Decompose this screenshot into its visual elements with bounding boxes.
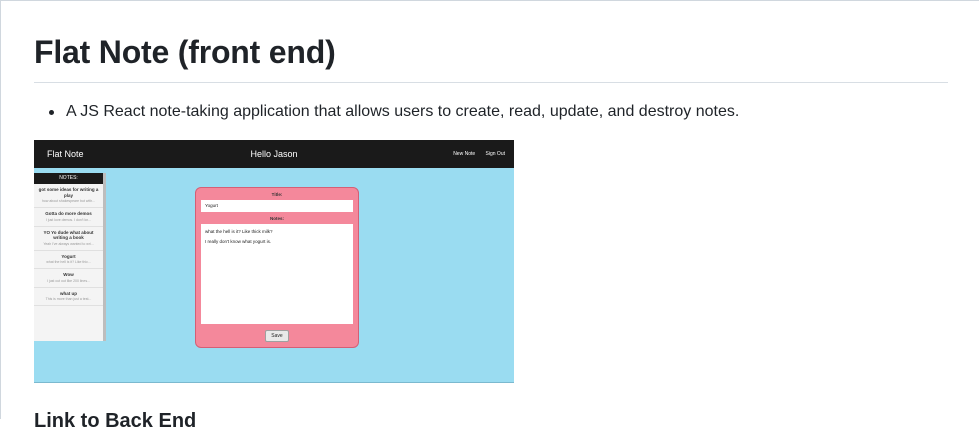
readme-title: Flat Note (front end) bbox=[34, 34, 336, 70]
notes-sidebar[interactable]: NOTES: got some ideas for writing a play… bbox=[34, 173, 106, 341]
note-list-item[interactable]: got some ideas for writing a play how ab… bbox=[34, 184, 103, 208]
note-title: Yogurt bbox=[61, 253, 76, 259]
note-preview: Yeah I've always wanted to wri... bbox=[43, 241, 94, 246]
next-section-heading: Link to Back End bbox=[34, 410, 197, 432]
save-button[interactable]: Save bbox=[265, 330, 289, 342]
note-title: YO Yo dude what about writing a book bbox=[43, 229, 94, 241]
sign-out-link[interactable]: Sign Out bbox=[486, 151, 505, 157]
title-divider bbox=[34, 82, 948, 83]
note-list-item[interactable]: Yogurt what the hell is it? Like thic... bbox=[34, 251, 103, 269]
note-preview: This is more than just a test... bbox=[45, 297, 92, 301]
feature-bullet: A JS React note-taking application that … bbox=[48, 100, 739, 124]
note-preview: I just cut out like 200 lines... bbox=[47, 278, 90, 283]
note-list-item[interactable]: what up This is more than just a test... bbox=[34, 288, 103, 306]
new-note-link[interactable]: New Note bbox=[453, 151, 475, 157]
notes-line: I really don't know what yogurt is. bbox=[205, 239, 272, 244]
note-title: what up bbox=[60, 290, 77, 296]
note-editor: Title: Yogurt Notes: what the hell is it… bbox=[195, 187, 359, 348]
notes-textarea[interactable]: what the hell is it? Like thick milk? I … bbox=[201, 224, 353, 324]
app-nav-links: New Note Sign Out bbox=[444, 151, 505, 157]
note-preview: how about shakespeare but with... bbox=[41, 199, 96, 203]
note-list-item[interactable]: Gotta do more demos I just love demos. I… bbox=[34, 208, 103, 227]
note-title: got some ideas for writing a play bbox=[38, 187, 99, 198]
feature-list: A JS React note-taking application that … bbox=[48, 100, 739, 124]
title-input[interactable]: Yogurt bbox=[201, 200, 353, 212]
notes-sidebar-header: NOTES: bbox=[34, 173, 103, 184]
note-preview: I just love demos. I don't kn... bbox=[45, 217, 92, 222]
app-greeting: Hello Jason bbox=[250, 149, 298, 159]
app-screenshot: Flat Note Hello Jason New Note Sign Out … bbox=[34, 140, 514, 383]
title-label: Title: bbox=[271, 192, 283, 197]
note-title: Gotta do more demos bbox=[45, 211, 92, 216]
app-navbar: Flat Note Hello Jason New Note Sign Out bbox=[34, 140, 514, 168]
notes-line: what the hell is it? Like thick milk? bbox=[205, 229, 273, 234]
note-list-item[interactable]: Wow I just cut out like 200 lines... bbox=[34, 269, 103, 288]
note-list-item[interactable]: YO Yo dude what about writing a book Yea… bbox=[34, 227, 103, 251]
note-preview: what the hell is it? Like thic... bbox=[46, 260, 91, 264]
note-title: Wow bbox=[63, 272, 74, 277]
notes-label: Notes: bbox=[269, 216, 284, 221]
